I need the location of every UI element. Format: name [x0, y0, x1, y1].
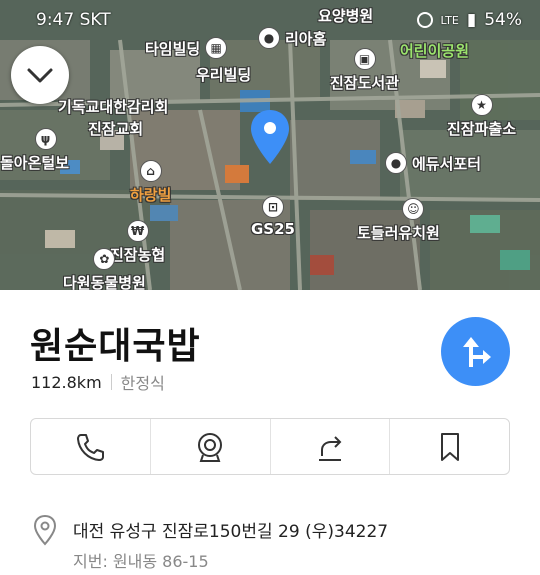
status-time: 9:47 SKT — [36, 10, 111, 30]
vibrate-icon — [416, 12, 433, 28]
place-distance: 112.8km — [31, 372, 102, 392]
poi-restaurant[interactable]: ψ 돌아온털보 — [0, 128, 69, 173]
poi-church[interactable]: 진잠교회 — [88, 118, 143, 139]
place-title: 원순대국밥 — [30, 326, 201, 367]
network-type: LTE — [440, 13, 459, 27]
meta-divider — [110, 374, 112, 390]
address-row — [33, 514, 57, 550]
location-marker-icon — [33, 514, 57, 546]
poi-gs25[interactable]: ⊡ GS25 — [251, 196, 295, 238]
bank-icon: ₩ — [126, 220, 149, 242]
restaurant-icon: ψ — [34, 128, 57, 150]
poi-park[interactable]: 어린이공원 — [400, 40, 469, 61]
phone-icon — [77, 433, 105, 461]
poi-library[interactable]: ▣ 진잠도서관 — [330, 48, 399, 93]
road-address[interactable]: 대전 유성구 진잠로150번길 29 (우)34227 — [73, 517, 388, 542]
place-icon: ● — [258, 27, 280, 49]
poi-youngyang[interactable]: 요양병원 — [318, 5, 373, 26]
building-icon: ▦ — [205, 37, 228, 59]
signal-icon: ▮ — [466, 10, 477, 30]
poi-harangvill[interactable]: ⌂ 하랑빌 — [130, 160, 171, 205]
poi-uri-building[interactable]: 우리빌딩 — [196, 64, 251, 85]
directions-button[interactable] — [441, 317, 510, 386]
poi-toddler[interactable]: ☺ 토들러유치원 — [357, 198, 440, 243]
place-icon: ● — [385, 152, 407, 174]
poi-riahum[interactable]: ● 리아홈 — [258, 27, 326, 49]
paw-icon: ✿ — [93, 248, 116, 270]
map-view[interactable]: 9:47 SKT LTE ▮ 54% 요양병원 타임빌딩 ▦ ● 리아홈 어린이공원… — [0, 0, 540, 290]
place-category: 한정식 — [120, 374, 165, 393]
bookmark-button[interactable] — [390, 419, 509, 474]
camera-button[interactable] — [151, 419, 271, 474]
lot-address: 지번: 원내동 86-15 — [73, 552, 209, 571]
location-pin-icon[interactable] — [248, 108, 292, 168]
child-icon: ☺ — [402, 198, 425, 220]
home-icon: ⌂ — [139, 160, 162, 182]
poi-edu[interactable]: ● 에듀서포터 — [385, 152, 481, 174]
book-icon: ▣ — [353, 48, 376, 70]
directions-icon — [463, 337, 491, 367]
police-icon: ★ — [470, 94, 493, 116]
action-bar — [30, 418, 510, 475]
battery-level: 54% — [484, 10, 522, 30]
poi-animal-hospital[interactable]: ✿ 다원동물병원 — [63, 248, 146, 290]
poi-police[interactable]: ★ 진잠파출소 — [447, 94, 516, 139]
camera-icon — [198, 432, 223, 462]
poi-council[interactable]: 기독교대한감리회 — [58, 96, 168, 117]
status-right: LTE ▮ 54% — [416, 10, 522, 30]
share-icon — [318, 435, 342, 461]
poi-time-building[interactable]: 타임빌딩 ▦ — [145, 37, 228, 59]
call-button[interactable] — [31, 419, 151, 474]
store-icon: ⊡ — [262, 196, 284, 218]
bookmark-icon — [440, 432, 459, 461]
share-button[interactable] — [271, 419, 391, 474]
place-meta: 112.8km 한정식 — [31, 370, 165, 394]
